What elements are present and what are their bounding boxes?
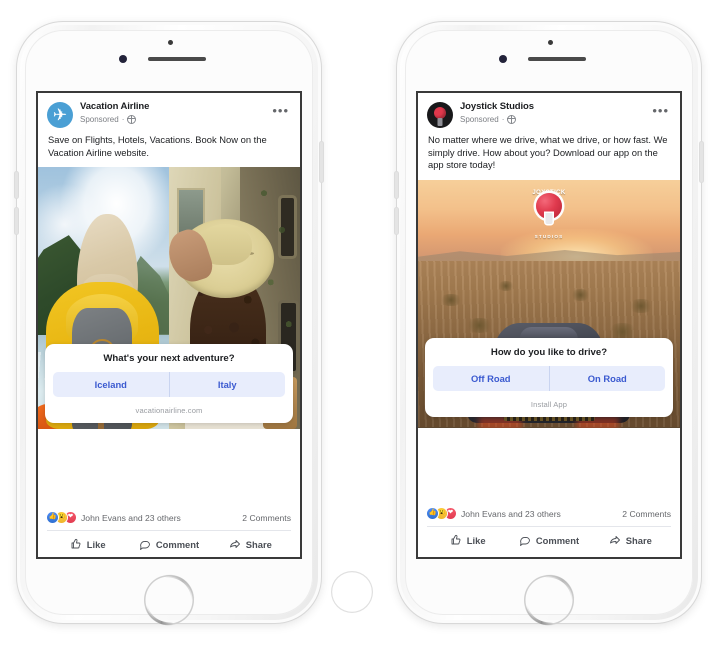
page-name[interactable]: Joystick Studios [460,101,646,113]
poll-card-left: What's your next adventure? Iceland Ital… [45,344,293,423]
poll-options: Off Road On Road [433,366,665,391]
share-button[interactable]: Share [590,534,671,546]
post-body-text: No matter where we drive, what we drive,… [428,134,668,170]
post-body-text: Save on Flights, Hotels, Vacations. Book… [48,134,267,158]
poll-option-2[interactable]: Italy [168,372,286,397]
scene-root: ✈ Vacation Airline Sponsored · ••• Save … [0,0,719,648]
facebook-post-right: Joystick Studios Sponsored · ••• No matt… [418,93,680,557]
phone-left-earpiece-speaker [148,57,206,61]
phone-right-home-button[interactable] [524,575,574,625]
phone-left-screen: ✈ Vacation Airline Sponsored · ••• Save … [36,91,302,559]
comment-button[interactable]: Comment [508,534,589,546]
phone-left-power-button[interactable] [320,142,323,182]
poll-option-1[interactable]: Off Road [433,366,549,391]
phone-left-front-camera [119,55,127,63]
phone-right-earpiece-speaker [528,57,586,61]
joystick-icon [427,102,453,128]
post-header-text-left: Vacation Airline Sponsored · [80,101,266,125]
post-header-text-right: Joystick Studios Sponsored · [460,101,646,125]
poll-option-1[interactable]: Iceland [53,372,169,397]
phone-right-front-camera [499,55,507,63]
airplane-glyph: ✈ [52,105,68,125]
sponsored-label: Sponsored [80,114,119,124]
decorative-circle-outline [331,571,373,613]
like-button[interactable]: Like [427,534,508,546]
comment-bubble-icon [519,534,531,546]
poll-option-2[interactable]: On Road [548,366,666,391]
globe-icon [507,115,517,125]
like-label: Like [86,538,106,550]
meta-separator: · [501,114,505,124]
badge-bottom-text: STUDIOS [534,233,564,239]
phone-left-sensor [168,40,173,45]
desert-brush [569,288,591,301]
share-label: Share [245,538,272,550]
post-header-right: Joystick Studios Sponsored · ••• [418,93,680,132]
airplane-icon: ✈ [47,102,73,128]
like-button[interactable]: Like [47,538,128,550]
page-name[interactable]: Vacation Airline [80,101,266,113]
more-options-icon[interactable]: ••• [646,102,671,117]
like-reaction-icon: 👍 [427,508,438,519]
reaction-icons[interactable]: 👍 😮 ❤ John Evans and 23 others [47,512,181,523]
desert-brush [438,293,463,306]
engagement-bar-right: 👍 😮 ❤ John Evans and 23 others 2 Comment… [418,502,680,546]
poll-options: Iceland Italy [53,372,285,397]
post-header-left: ✈ Vacation Airline Sponsored · ••• [38,93,300,132]
post-meta-left: Sponsored · [80,114,266,125]
globe-icon [127,115,137,125]
post-meta-right: Sponsored · [460,114,646,125]
phone-left-home-button[interactable] [144,575,194,625]
phone-left-volume-down-button[interactable] [15,208,18,234]
reaction-icons[interactable]: 👍 😮 ❤ John Evans and 23 others [427,508,561,519]
phone-right-volume-down-button[interactable] [395,208,398,234]
meta-separator: · [121,114,125,124]
like-label: Like [466,534,486,546]
phone-left-volume-up-button[interactable] [15,172,18,198]
thumbs-up-icon [70,538,82,550]
more-options-icon[interactable]: ••• [266,102,291,117]
comment-count[interactable]: 2 Comments [622,509,671,519]
post-actions: Like Comment Share [427,527,671,546]
engagement-bar-left: 👍 😮 ❤ John Evans and 23 others 2 Comment… [38,506,300,550]
thumbs-up-icon [450,534,462,546]
desert-brush [627,298,654,314]
comment-count[interactable]: 2 Comments [242,513,291,523]
facebook-post-left: ✈ Vacation Airline Sponsored · ••• Save … [38,93,300,557]
comment-label: Comment [155,538,200,550]
share-arrow-icon [609,534,621,546]
poll-question: How do you like to drive? [490,347,608,358]
phone-right-volume-up-button[interactable] [395,172,398,198]
desert-brush [496,281,515,292]
poll-card-right: How do you like to drive? Off Road On Ro… [425,338,673,417]
poll-question: What's your next adventure? [103,353,235,364]
joystick-studios-badge: JOYSTICK STUDIOS [526,190,572,239]
engagement-summary: 👍 😮 ❤ John Evans and 23 others 2 Comment… [47,506,291,530]
phone-right-power-button[interactable] [700,142,703,182]
joystick-stem [437,117,443,126]
post-actions: Like Comment Share [47,531,291,550]
share-label: Share [625,534,652,546]
share-button[interactable]: Share [210,538,291,550]
comment-label: Comment [535,534,580,546]
comment-bubble-icon [139,538,151,550]
reaction-names[interactable]: John Evans and 23 others [461,509,561,519]
reaction-names[interactable]: John Evans and 23 others [81,513,181,523]
share-arrow-icon [229,538,241,550]
comment-button[interactable]: Comment [128,538,209,550]
sponsored-label: Sponsored [460,114,499,124]
like-reaction-icon: 👍 [47,512,58,523]
poll-cta-link[interactable]: vacationairline.com [53,406,285,415]
car-diffuser [503,416,595,422]
badge-joystick-stem [545,213,553,225]
engagement-summary: 👍 😮 ❤ John Evans and 23 others 2 Comment… [427,502,671,526]
phone-right-screen: Joystick Studios Sponsored · ••• No matt… [416,91,682,559]
poll-cta-link[interactable]: Install App [433,400,665,409]
phone-right-sensor [548,40,553,45]
